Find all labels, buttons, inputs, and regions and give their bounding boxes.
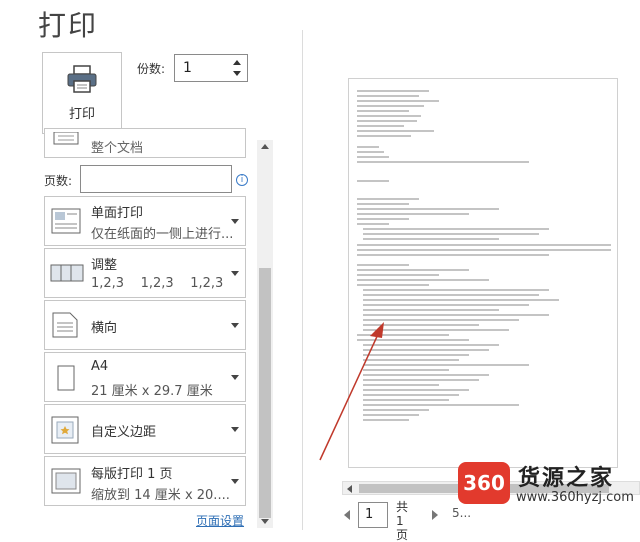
printer-icon xyxy=(66,65,98,97)
sides-dropdown[interactable]: 单面打印 仅在纸面的一侧上进行... xyxy=(44,196,246,246)
chevron-down-icon xyxy=(231,323,239,328)
page-title: 打印 xyxy=(38,9,99,42)
chevron-down-icon xyxy=(231,479,239,484)
next-page-icon[interactable] xyxy=(432,510,438,520)
collate-desc: 1,2,3 1,2,3 1,2,3 xyxy=(91,276,224,291)
pages-input[interactable] xyxy=(80,165,232,193)
pages-per-sheet-title: 每版打印 1 页 xyxy=(91,467,173,482)
watermark: 360 货源之家 www.360hyzj.com xyxy=(458,460,640,512)
pages-per-sheet-icon xyxy=(50,467,84,501)
paper-size-dropdown[interactable]: A4 21 厘米 x 29.7 厘米 xyxy=(44,352,246,402)
print-range-dropdown[interactable]: 整个文档 xyxy=(44,128,246,158)
total-pages-line2: 页 xyxy=(396,528,409,542)
sides-title: 单面打印 xyxy=(91,206,144,221)
portrait-icon xyxy=(50,311,80,343)
brand-name: 货源之家 xyxy=(518,466,615,491)
scrollbar-thumb[interactable] xyxy=(259,268,271,518)
current-page-input[interactable]: 1 xyxy=(358,502,388,528)
settings-scrollbar[interactable] xyxy=(257,140,273,528)
print-range-label: 整个文档 xyxy=(91,141,144,156)
pages-per-sheet-desc: 缩放到 14 厘米 x 20.... xyxy=(91,488,230,503)
print-button[interactable]: 打印 xyxy=(42,52,122,134)
brand-url: www.360hyzj.com xyxy=(516,490,634,505)
prev-page-icon[interactable] xyxy=(344,510,350,520)
total-pages-line1: 共 1 xyxy=(396,500,409,528)
scroll-up-icon[interactable] xyxy=(261,144,269,149)
chevron-down-icon xyxy=(231,219,239,224)
copies-label: 份数: xyxy=(137,62,166,76)
chevron-down-icon xyxy=(231,427,239,432)
margins-title: 自定义边距 xyxy=(91,425,157,440)
pages-per-sheet-dropdown[interactable]: 每版打印 1 页 缩放到 14 厘米 x 20.... xyxy=(44,456,246,506)
collate-title: 调整 xyxy=(91,258,118,273)
pages-label: 页数: xyxy=(44,174,73,188)
margins-dropdown[interactable]: 自定义边距 xyxy=(44,404,246,454)
spin-up-icon[interactable] xyxy=(233,60,241,65)
copies-input[interactable]: 1 xyxy=(174,54,248,82)
paper-size-desc: 21 厘米 x 29.7 厘米 xyxy=(91,384,213,399)
scroll-down-icon[interactable] xyxy=(261,519,269,524)
info-icon[interactable]: i xyxy=(236,174,248,186)
collate-dropdown[interactable]: 调整 1,2,3 1,2,3 1,2,3 xyxy=(44,248,246,298)
single-sided-icon xyxy=(50,207,84,241)
print-button-label: 打印 xyxy=(68,107,95,122)
sides-desc: 仅在纸面的一侧上进行... xyxy=(91,227,234,242)
margins-icon xyxy=(50,415,80,449)
orientation-dropdown[interactable]: 横向 xyxy=(44,300,246,350)
scroll-left-icon[interactable] xyxy=(347,485,352,493)
orientation-title: 横向 xyxy=(91,321,118,336)
annotation-arrow xyxy=(319,322,384,461)
collate-icon xyxy=(50,261,84,291)
paper-size-title: A4 xyxy=(91,359,109,374)
total-pages: 共 1 页 xyxy=(396,500,408,542)
copies-spinner[interactable] xyxy=(233,57,243,79)
chevron-down-icon xyxy=(231,271,239,276)
copies-value: 1 xyxy=(183,60,192,76)
chevron-down-icon xyxy=(231,375,239,380)
spin-down-icon[interactable] xyxy=(233,71,241,76)
document-range-icon xyxy=(50,131,82,150)
paper-size-icon xyxy=(50,363,80,399)
brand-logo: 360 xyxy=(458,462,510,504)
page-setup-link[interactable]: 页面设置 xyxy=(196,512,244,529)
